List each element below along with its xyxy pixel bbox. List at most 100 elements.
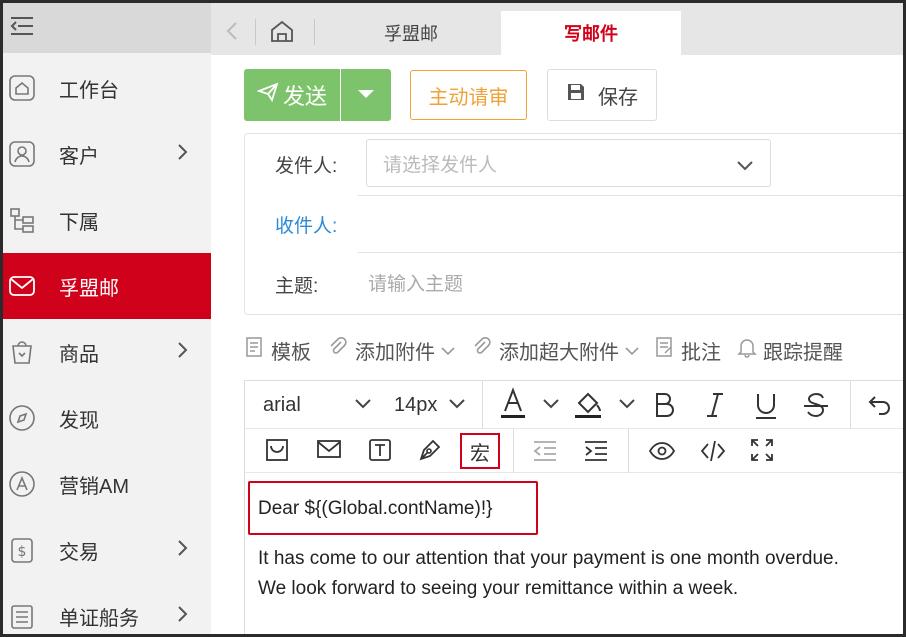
chevron-down-icon: [441, 339, 455, 362]
sender-select[interactable]: 请选择发件人: [366, 139, 771, 187]
font-family-value: arial: [263, 393, 301, 416]
sidebar-item-label: 营销AM: [59, 475, 129, 498]
subject-input[interactable]: 请输入主题: [368, 269, 463, 296]
home-icon: [7, 73, 37, 103]
document-icon: [7, 601, 37, 631]
sidebar-item-documents[interactable]: 单证船务: [3, 583, 211, 634]
bold-icon[interactable]: [653, 391, 675, 419]
sidebar-header: [3, 3, 211, 53]
chevron-down-icon: [736, 156, 754, 178]
strikethrough-icon[interactable]: [803, 391, 829, 421]
divider: [358, 195, 903, 196]
sidebar-item-subordinates[interactable]: 下属: [3, 187, 211, 253]
chevron-down-icon[interactable]: [543, 399, 559, 409]
sidebar-item-mail[interactable]: 孚盟邮: [3, 253, 211, 319]
sidebar-item-products[interactable]: 商品: [3, 319, 211, 385]
add-large-attachment-button[interactable]: 添加超大附件: [471, 336, 639, 365]
mail-header-form: 发件人: 请选择发件人 收件人: 主题: 请输入主题: [244, 133, 903, 315]
template-button[interactable]: 模板: [245, 336, 311, 365]
sidebar-item-label: 单证船务: [59, 607, 139, 630]
sidebar-item-trade[interactable]: $ 交易: [3, 517, 211, 583]
collapse-menu-icon[interactable]: [9, 15, 35, 42]
macro-button[interactable]: 宏: [460, 433, 500, 469]
template-icon: [245, 336, 265, 364]
font-color-icon[interactable]: [499, 387, 527, 421]
envelope-icon[interactable]: [316, 438, 342, 460]
sidebar-item-label: 交易: [59, 541, 99, 564]
customer-icon: [7, 139, 37, 169]
preview-eye-icon[interactable]: [648, 441, 676, 461]
sender-label: 发件人:: [275, 156, 338, 177]
outdent-icon[interactable]: [532, 439, 558, 463]
send-label: 发送: [282, 84, 327, 109]
font-family-select[interactable]: arial: [263, 391, 301, 419]
recipient-label[interactable]: 收件人:: [275, 211, 337, 238]
indent-icon[interactable]: [583, 439, 609, 463]
dollar-doc-icon: $: [7, 535, 37, 565]
undo-icon[interactable]: [867, 393, 893, 417]
font-size-select[interactable]: 14px: [394, 391, 437, 419]
divider: [628, 429, 629, 473]
sidebar-item-discover[interactable]: 发现: [3, 385, 211, 451]
chevron-right-icon: [177, 539, 189, 563]
save-button[interactable]: 保存: [547, 69, 657, 121]
sidebar-item-label: 发现: [59, 409, 99, 432]
chevron-down-icon: [625, 339, 639, 362]
greeting-line[interactable]: Dear ${(Global.contName)!}: [258, 498, 492, 520]
send-options-dropdown[interactable]: [341, 69, 391, 121]
chevron-down-icon: [355, 399, 371, 409]
sidebar-item-label: 孚盟邮: [59, 277, 119, 300]
add-attachment-label: 添加附件: [355, 341, 435, 364]
sidebar: 工作台 客户 下属 孚盟邮 商品 发现 营销AM $ 交易 单证船务: [3, 3, 211, 634]
send-button[interactable]: 发送: [244, 69, 340, 121]
sidebar-item-label: 工作台: [59, 79, 119, 102]
sidebar-item-workbench[interactable]: 工作台: [3, 55, 211, 121]
sidebar-item-label: 客户: [59, 145, 99, 168]
divider: [314, 19, 315, 45]
text-box-icon[interactable]: [368, 438, 392, 462]
tab-mail[interactable]: 孚盟邮: [321, 11, 501, 55]
save-label: 保存: [598, 86, 638, 109]
insert-template-icon[interactable]: [265, 438, 289, 462]
body-paragraph-2[interactable]: We look forward to seeing your remittanc…: [258, 578, 738, 600]
rich-text-editor: arial 14px 宏 Dear ${(Global.contName)!} …: [244, 380, 903, 634]
sender-placeholder: 请选择发件人: [383, 154, 498, 176]
compass-icon: [7, 403, 37, 433]
request-review-button[interactable]: 主动请审: [410, 70, 527, 120]
caret-down-icon: [357, 86, 375, 104]
tab-label: 孚盟邮: [384, 24, 438, 44]
subject-label: 主题:: [275, 276, 319, 297]
org-chart-icon: [7, 205, 37, 235]
fill-color-icon[interactable]: [573, 387, 603, 421]
divider: [513, 429, 514, 473]
fullscreen-icon[interactable]: [750, 438, 774, 462]
track-reminder-button[interactable]: 跟踪提醒: [737, 336, 843, 365]
chevron-down-icon[interactable]: [619, 399, 635, 409]
paperclip-icon: [327, 336, 349, 364]
annotate-button[interactable]: 批注: [655, 336, 721, 365]
home-icon[interactable]: [269, 19, 295, 48]
mail-icon: [7, 271, 37, 301]
product-bag-icon: [7, 337, 37, 367]
underline-icon[interactable]: [754, 391, 778, 421]
tab-compose[interactable]: 写邮件: [501, 11, 681, 55]
chevron-right-icon: [177, 341, 189, 365]
annotate-icon: [655, 336, 675, 364]
chevron-left-icon[interactable]: [225, 21, 239, 46]
annotate-label: 批注: [681, 341, 721, 364]
add-attachment-button[interactable]: 添加附件: [327, 336, 455, 365]
macro-label: 宏: [470, 442, 490, 465]
add-large-attachment-label: 添加超大附件: [499, 341, 619, 364]
am-circle-icon: [7, 469, 37, 499]
sidebar-item-customer[interactable]: 客户: [3, 121, 211, 187]
font-size-value: 14px: [394, 393, 438, 416]
template-label: 模板: [271, 341, 311, 364]
pen-signature-icon[interactable]: [417, 437, 443, 463]
editor-toolbar-row-1: arial 14px: [245, 381, 903, 429]
sidebar-item-marketing[interactable]: 营销AM: [3, 451, 211, 517]
italic-icon[interactable]: [705, 391, 725, 419]
body-paragraph-1[interactable]: It has come to our attention that your p…: [258, 548, 839, 570]
bell-icon: [737, 336, 757, 364]
app-window: 工作台 客户 下属 孚盟邮 商品 发现 营销AM $ 交易 单证船务 孚盟邮 写…: [0, 0, 906, 637]
code-view-icon[interactable]: [700, 439, 726, 463]
